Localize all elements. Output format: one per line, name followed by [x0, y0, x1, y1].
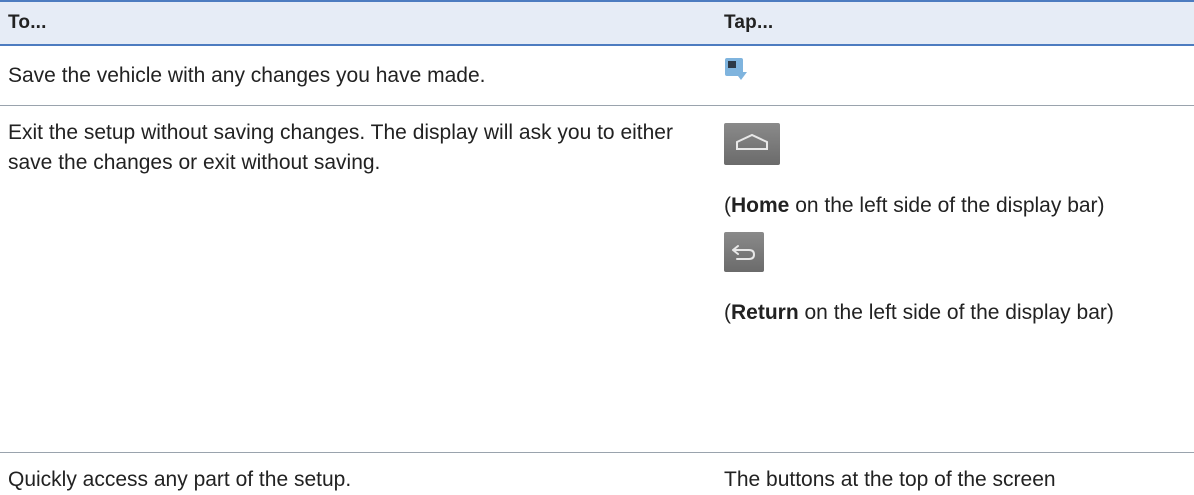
page: To... Tap... Save the vehicle with any c…	[0, 0, 1194, 495]
return-caption: (Return on the left side of the display …	[724, 300, 1114, 324]
home-caption-text: on the left side of the display bar)	[789, 193, 1105, 217]
table-row: Quickly access any part of the setup. Th…	[0, 452, 1194, 495]
home-label: Home	[731, 193, 790, 217]
return-label: Return	[731, 300, 799, 324]
return-button-icon	[724, 231, 764, 272]
return-caption-text: on the left side of the display bar)	[798, 300, 1114, 324]
home-caption: (Home on the left side of the display ba…	[724, 193, 1105, 217]
row-description: Save the vehicle with any changes you ha…	[0, 45, 712, 106]
table-row: Exit the setup without saving changes. T…	[0, 105, 1194, 453]
row-action: The buttons at the top of the screen	[712, 452, 1194, 495]
row-action: (Home on the left side of the display ba…	[712, 105, 1194, 453]
save-icon	[724, 58, 748, 82]
table-row: Save the vehicle with any changes you ha…	[0, 45, 1194, 106]
header-to: To...	[0, 0, 712, 46]
row-description: Quickly access any part of the setup.	[0, 452, 712, 495]
row-action	[712, 45, 1194, 106]
return-icon	[732, 244, 755, 260]
row-description: Exit the setup without saving changes. T…	[0, 105, 712, 453]
action-table: To... Tap... Save the vehicle with any c…	[0, 0, 1194, 495]
home-button-icon	[724, 122, 780, 165]
table-header-row: To... Tap...	[0, 0, 1194, 46]
home-icon	[736, 133, 768, 150]
header-tap: Tap...	[712, 0, 1194, 46]
